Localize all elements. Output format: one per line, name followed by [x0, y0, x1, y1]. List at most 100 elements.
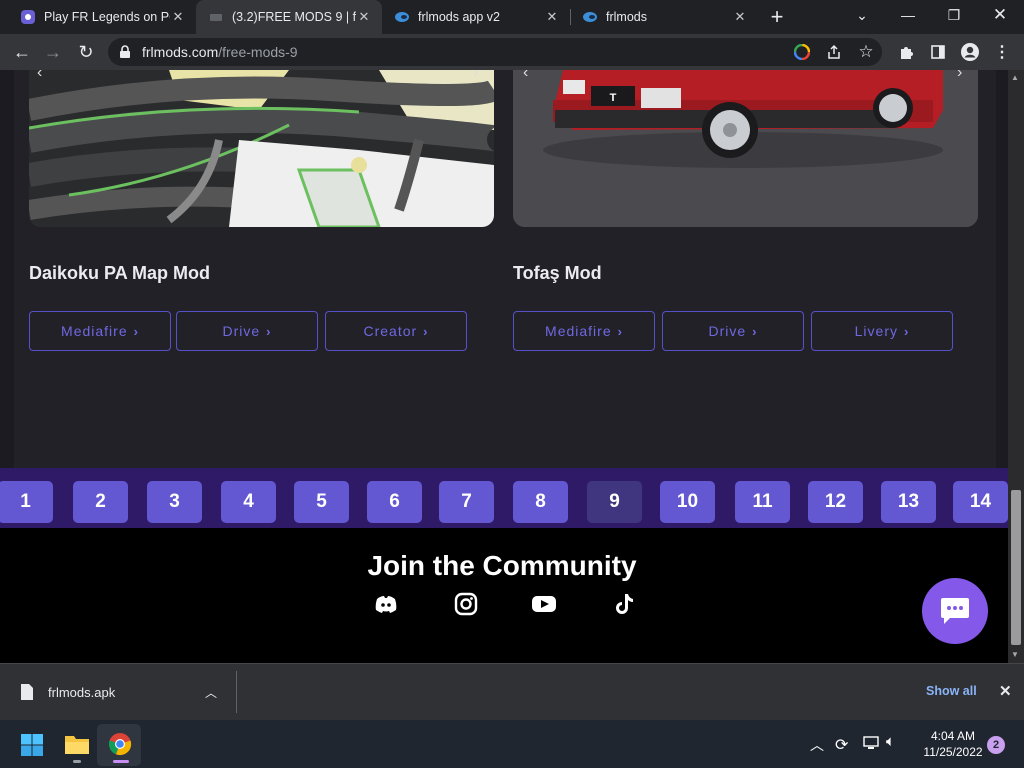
mod-title: Daikoku PA Map Mod	[29, 263, 211, 283]
chat-bubble-icon	[941, 598, 969, 624]
wix-icon	[394, 9, 410, 25]
file-explorer-icon[interactable]	[64, 732, 90, 756]
windows-start-icon[interactable]	[20, 733, 44, 757]
google-icon[interactable]	[790, 40, 814, 64]
bluestacks-icon	[20, 9, 36, 25]
carousel-next-icon[interactable]: ›	[473, 70, 478, 82]
page-button-5[interactable]: 5	[294, 481, 349, 523]
new-tab-button[interactable]: +	[764, 4, 790, 30]
bookmark-star-icon[interactable]: ☆	[854, 40, 878, 64]
chevron-right-icon: ›	[266, 323, 272, 339]
scrollbar-thumb[interactable]	[1011, 490, 1021, 645]
svg-text:T: T	[610, 92, 617, 104]
tiktok-icon[interactable]	[610, 590, 638, 618]
mod-image-tofas[interactable]: T ‹ ›	[513, 70, 978, 227]
profile-icon[interactable]	[958, 40, 982, 64]
chevron-right-icon: ›	[423, 323, 429, 339]
tab-title: (3.2)FREE MODS 9 | frlm	[232, 10, 356, 24]
page-button-7[interactable]: 7	[439, 481, 494, 523]
page-viewport: ‹ › T ‹ › Daikoku PA Map Mod Tofaş Mod M…	[0, 70, 1008, 663]
page-button-3[interactable]: 3	[147, 481, 202, 523]
close-icon[interactable]: ✕	[356, 9, 372, 25]
minimize-icon[interactable]: —	[886, 0, 930, 30]
restore-icon[interactable]: ❐	[932, 0, 976, 30]
back-icon[interactable]: ←	[7, 34, 37, 70]
creator-button[interactable]: Creator ›	[325, 311, 467, 351]
mediafire-button[interactable]: Mediafire ›	[513, 311, 655, 351]
running-indicator	[73, 760, 81, 763]
tab-play-fr-legends[interactable]: Play FR Legends on PC ✕	[8, 0, 196, 34]
carousel-next-icon[interactable]: ›	[957, 70, 962, 82]
youtube-icon[interactable]	[530, 590, 558, 618]
button-label: Drive	[222, 323, 261, 339]
tab-title: Play FR Legends on PC	[44, 10, 170, 24]
file-icon	[20, 683, 34, 701]
drive-button[interactable]: Drive ›	[176, 311, 318, 351]
button-label: Drive	[708, 323, 747, 339]
close-icon[interactable]: ✕	[170, 9, 186, 25]
community-heading: Join the Community	[367, 550, 637, 581]
close-icon[interactable]: ✕	[732, 9, 748, 25]
chevron-right-icon: ›	[904, 323, 910, 339]
page-button-12[interactable]: 12	[808, 481, 863, 523]
tab-title: frlmods	[606, 10, 647, 24]
download-bar-close-icon[interactable]: ✕	[999, 682, 1012, 700]
tab-frlmods-app-v2[interactable]: frlmods app v2 ✕	[382, 0, 570, 34]
tray-chevron-up-icon[interactable]: ︿	[810, 735, 824, 755]
page-button-9-current[interactable]: 9	[587, 481, 642, 523]
url-path: /free-mods-9	[218, 44, 298, 60]
menu-kebab-icon[interactable]: ⋮	[990, 40, 1014, 64]
mediafire-button[interactable]: Mediafire ›	[29, 311, 171, 351]
download-divider	[236, 671, 237, 713]
show-all-button[interactable]: Show all	[926, 684, 977, 698]
footer	[0, 528, 1008, 663]
scroll-up-icon[interactable]: ▲	[1011, 73, 1019, 82]
notification-badge[interactable]: 2	[987, 736, 1005, 754]
button-label: Livery	[854, 323, 898, 339]
page-button-1[interactable]: 1	[0, 481, 53, 523]
taskbar-clock[interactable]: 4:04 AM 11/25/2022	[918, 728, 988, 760]
close-icon[interactable]: ✕	[544, 9, 560, 25]
share-icon[interactable]	[822, 40, 846, 64]
page-button-2[interactable]: 2	[73, 481, 128, 523]
wix-icon	[582, 9, 598, 25]
carousel-prev-icon[interactable]: ‹	[37, 70, 42, 82]
drive-button[interactable]: Drive ›	[662, 311, 804, 351]
page-button-13[interactable]: 13	[881, 481, 936, 523]
forward-icon[interactable]: →	[38, 34, 68, 70]
network-icon[interactable]	[862, 734, 880, 752]
sync-icon[interactable]: ⟳	[835, 735, 848, 755]
tab-free-mods-9[interactable]: (3.2)FREE MODS 9 | frlm ✕	[196, 0, 382, 34]
page-button-14[interactable]: 14	[953, 481, 1008, 523]
tab-frlmods[interactable]: frlmods ✕	[570, 0, 758, 34]
chevron-right-icon: ›	[752, 323, 758, 339]
chevron-up-icon[interactable]: ︿	[205, 684, 217, 701]
page-button-11[interactable]: 11	[735, 481, 790, 523]
mod-image-daikoku[interactable]: ‹ ›	[29, 70, 494, 227]
volume-icon[interactable]: 🔈︎	[886, 733, 895, 750]
livery-button[interactable]: Livery ›	[811, 311, 953, 351]
url-text[interactable]: frlmods.com/free-mods-9	[142, 44, 298, 60]
page-button-8[interactable]: 8	[513, 481, 568, 523]
carousel-prev-icon[interactable]: ‹	[523, 70, 528, 82]
chat-button[interactable]	[922, 578, 988, 644]
side-panel-icon[interactable]	[926, 40, 950, 64]
page-button-10[interactable]: 10	[660, 481, 715, 523]
chrome-icon[interactable]	[108, 732, 132, 756]
page-button-6[interactable]: 6	[367, 481, 422, 523]
tab-title: frlmods app v2	[418, 10, 500, 24]
chevron-right-icon: ›	[617, 323, 623, 339]
reload-icon[interactable]: ↻	[71, 34, 101, 70]
active-app-indicator	[113, 760, 129, 763]
chevron-right-icon: ›	[133, 323, 139, 339]
extensions-icon[interactable]	[894, 40, 918, 64]
window-close-icon[interactable]: ✕	[978, 0, 1022, 30]
scroll-down-icon[interactable]: ▼	[1011, 650, 1019, 659]
download-filename[interactable]: frlmods.apk	[48, 685, 115, 700]
tab-search-icon[interactable]: ⌄	[840, 0, 884, 30]
discord-icon[interactable]	[372, 590, 400, 618]
page-button-4[interactable]: 4	[221, 481, 276, 523]
lock-icon[interactable]	[118, 45, 132, 59]
instagram-icon[interactable]	[452, 590, 480, 618]
clock-date: 11/25/2022	[923, 745, 983, 759]
